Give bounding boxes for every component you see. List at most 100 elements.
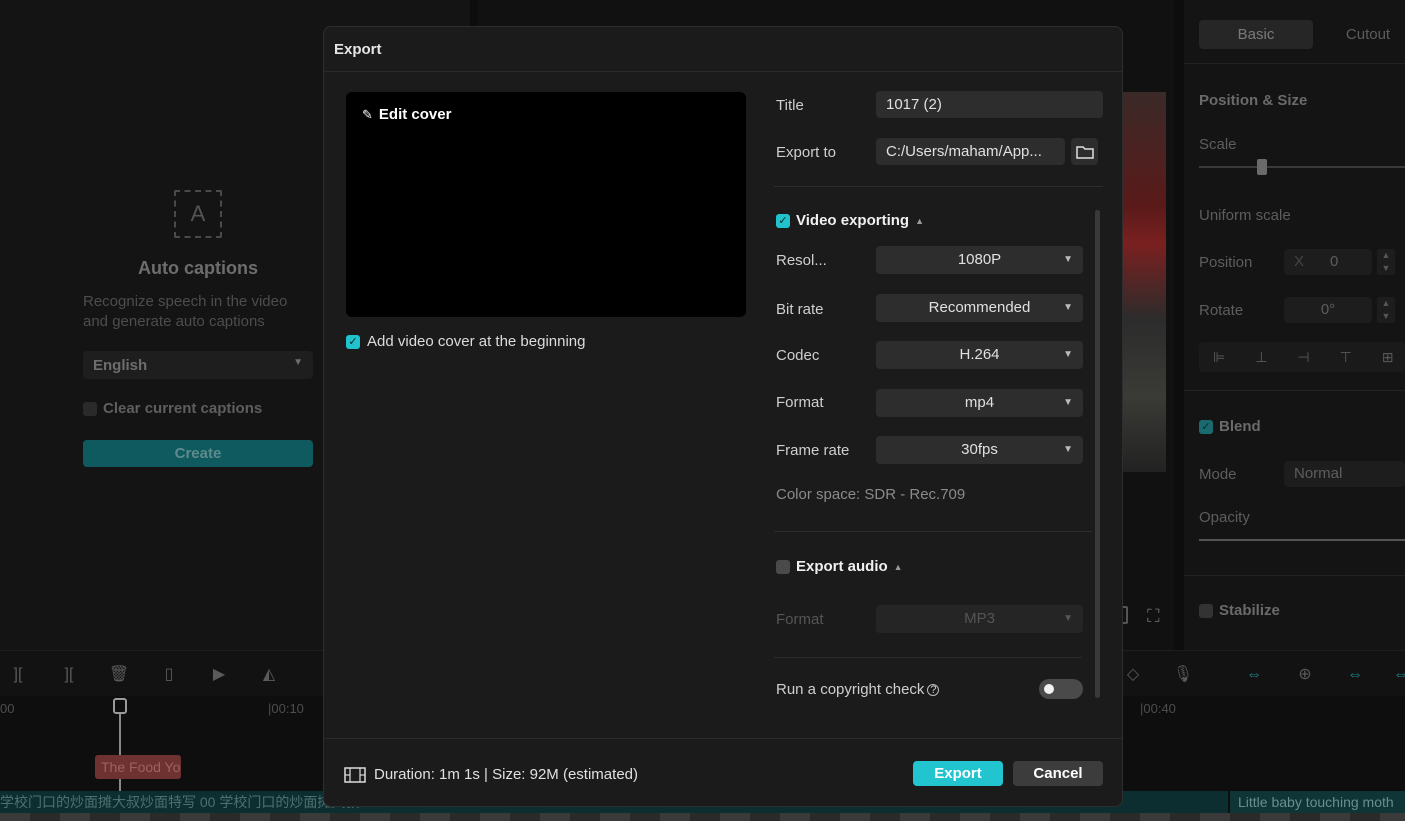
checkmark-icon: ✓ [346, 334, 360, 349]
blend-heading[interactable]: ✓ Blend [1199, 418, 1261, 435]
folder-icon [1075, 145, 1094, 159]
microphone-icon[interactable]: 🎙 [1172, 664, 1194, 686]
chevron-down-icon: ▼ [1063, 397, 1073, 408]
pencil-icon: ✎ [362, 106, 373, 122]
crop-icon[interactable]: ▯ [158, 664, 180, 686]
resolution-select[interactable]: 1080P ▼ [876, 246, 1083, 274]
footer-divider [324, 738, 1122, 739]
playhead-handle[interactable] [113, 698, 127, 714]
uniform-scale-label: Uniform scale [1199, 207, 1291, 224]
format-value: mp4 [964, 394, 995, 411]
video-preview [1123, 92, 1166, 472]
auto-captions-icon: A [174, 190, 222, 238]
settings-scrollbar[interactable] [1095, 210, 1100, 698]
blend-checkbox[interactable]: ✓ [1199, 419, 1213, 434]
clear-captions-checkbox[interactable]: Clear current captions [83, 400, 262, 417]
split-right-icon[interactable]: ][ [58, 664, 80, 686]
scale-slider-handle[interactable] [1257, 159, 1267, 175]
clip-thumbnails [0, 813, 1405, 821]
tab-basic[interactable]: Basic [1199, 20, 1313, 49]
audio-export-checkbox[interactable] [776, 559, 790, 574]
tab-cutout[interactable]: Cutout [1318, 20, 1405, 49]
codec-label: Codec [776, 347, 820, 364]
resolution-value: 1080P [957, 251, 1002, 268]
film-icon [344, 766, 366, 783]
format-label: Format [776, 394, 824, 411]
framerate-label: Frame rate [776, 442, 850, 459]
title-label: Title [776, 97, 804, 114]
dialog-title: Export [324, 27, 1122, 72]
collapse-icon[interactable]: ▲ [894, 562, 903, 572]
export-path-input[interactable]: C:/Users/maham/App... [876, 138, 1065, 165]
create-button[interactable]: Create [83, 440, 313, 467]
mirror-icon[interactable]: ◭ [258, 664, 280, 686]
divider [1184, 390, 1405, 391]
delete-icon[interactable]: 🗑 [108, 664, 130, 686]
copyright-check-label: Run a copyright check [776, 681, 925, 698]
language-select[interactable]: English ▼ [83, 351, 313, 379]
timecode: |00:40 [1140, 701, 1176, 716]
checkbox-box [83, 401, 97, 416]
export-audio-heading[interactable]: Export audio ▲ [776, 558, 903, 575]
codec-select[interactable]: H.264 ▼ [876, 341, 1083, 369]
divider [774, 657, 1082, 658]
edit-cover-button[interactable]: ✎ Edit cover [362, 106, 451, 123]
divider [774, 531, 1092, 532]
audio-format-value: MP3 [964, 610, 995, 627]
bitrate-select[interactable]: Recommended ▼ [876, 294, 1083, 322]
video-track-clip[interactable]: Little baby touching moth [1230, 791, 1405, 813]
chevron-down-icon: ▼ [1063, 302, 1073, 313]
stabilize-checkbox[interactable] [1199, 603, 1213, 618]
export-dialog: Export ✎ Edit cover ✓ Add video cover at… [323, 26, 1123, 807]
add-cover-checkbox[interactable]: ✓ Add video cover at the beginning [346, 333, 586, 350]
split-track-icon[interactable]: ⊕ [1294, 664, 1316, 686]
toggle-knob [1044, 684, 1054, 694]
opacity-slider[interactable] [1199, 539, 1405, 541]
timecode: 00 [0, 701, 15, 716]
framerate-select[interactable]: 30fps ▼ [876, 436, 1083, 464]
edit-cover-label: Edit cover [378, 106, 452, 123]
format-select[interactable]: mp4 ▼ [876, 389, 1083, 417]
position-x-value: 0 [1330, 253, 1339, 270]
chevron-down-icon: ▼ [1063, 444, 1073, 455]
collapse-icon[interactable]: ▲ [915, 216, 924, 226]
play-circle-icon[interactable]: ▶ [208, 664, 230, 686]
position-x-label: X [1294, 253, 1305, 270]
export-audio-label: Export audio [796, 558, 888, 575]
cancel-button[interactable]: Cancel [1013, 761, 1103, 786]
color-space-text: Color space: SDR - Rec.709 [776, 486, 966, 503]
rotate-field[interactable]: 0° [1284, 297, 1372, 323]
keyframe-icon[interactable]: ◇ [1122, 664, 1144, 686]
copyright-check-toggle[interactable] [1039, 679, 1083, 699]
help-icon[interactable]: ? [927, 683, 940, 696]
codec-value: H.264 [959, 346, 1000, 363]
snap-icon[interactable]: ⇔ [1390, 664, 1405, 686]
export-to-label: Export to [776, 144, 837, 161]
video-exporting-heading[interactable]: ✓ Video exporting ▲ [776, 212, 924, 229]
bitrate-value: Recommended [928, 299, 1031, 316]
title-input[interactable]: 1017 (2) [876, 91, 1103, 118]
link-icon[interactable]: ⇔ [1243, 664, 1265, 686]
scale-slider[interactable] [1199, 166, 1405, 168]
rotate-label: Rotate [1199, 302, 1244, 319]
split-left-icon[interactable]: ][ [7, 664, 29, 686]
rotate-stepper[interactable]: ▲ ▼ [1377, 297, 1395, 323]
stabilize-label: Stabilize [1219, 602, 1280, 619]
auto-captions-description: Recognize speech in the video and genera… [83, 293, 288, 330]
align-toolbar[interactable]: ⊫⊥⊣⊤⊞ [1199, 342, 1405, 372]
text-clip[interactable]: The Food Yo [95, 755, 181, 779]
stabilize-heading[interactable]: Stabilize [1199, 602, 1280, 619]
video-export-checkbox[interactable]: ✓ [776, 213, 790, 228]
magnet-icon[interactable]: ⇔ [1344, 664, 1366, 686]
position-x-field[interactable]: X0 [1284, 249, 1372, 275]
divider [1184, 63, 1405, 64]
position-stepper[interactable]: ▲ ▼ [1377, 249, 1395, 275]
bitrate-label: Bit rate [776, 301, 824, 318]
fullscreen-icon[interactable]: ⛶ [1147, 606, 1160, 627]
divider [1184, 575, 1405, 576]
export-button[interactable]: Export [913, 761, 1003, 786]
chevron-down-icon: ▼ [1063, 613, 1073, 624]
browse-folder-button[interactable] [1071, 138, 1098, 165]
cover-preview[interactable]: ✎ Edit cover [346, 92, 746, 317]
mode-select[interactable]: Normal [1284, 461, 1405, 487]
